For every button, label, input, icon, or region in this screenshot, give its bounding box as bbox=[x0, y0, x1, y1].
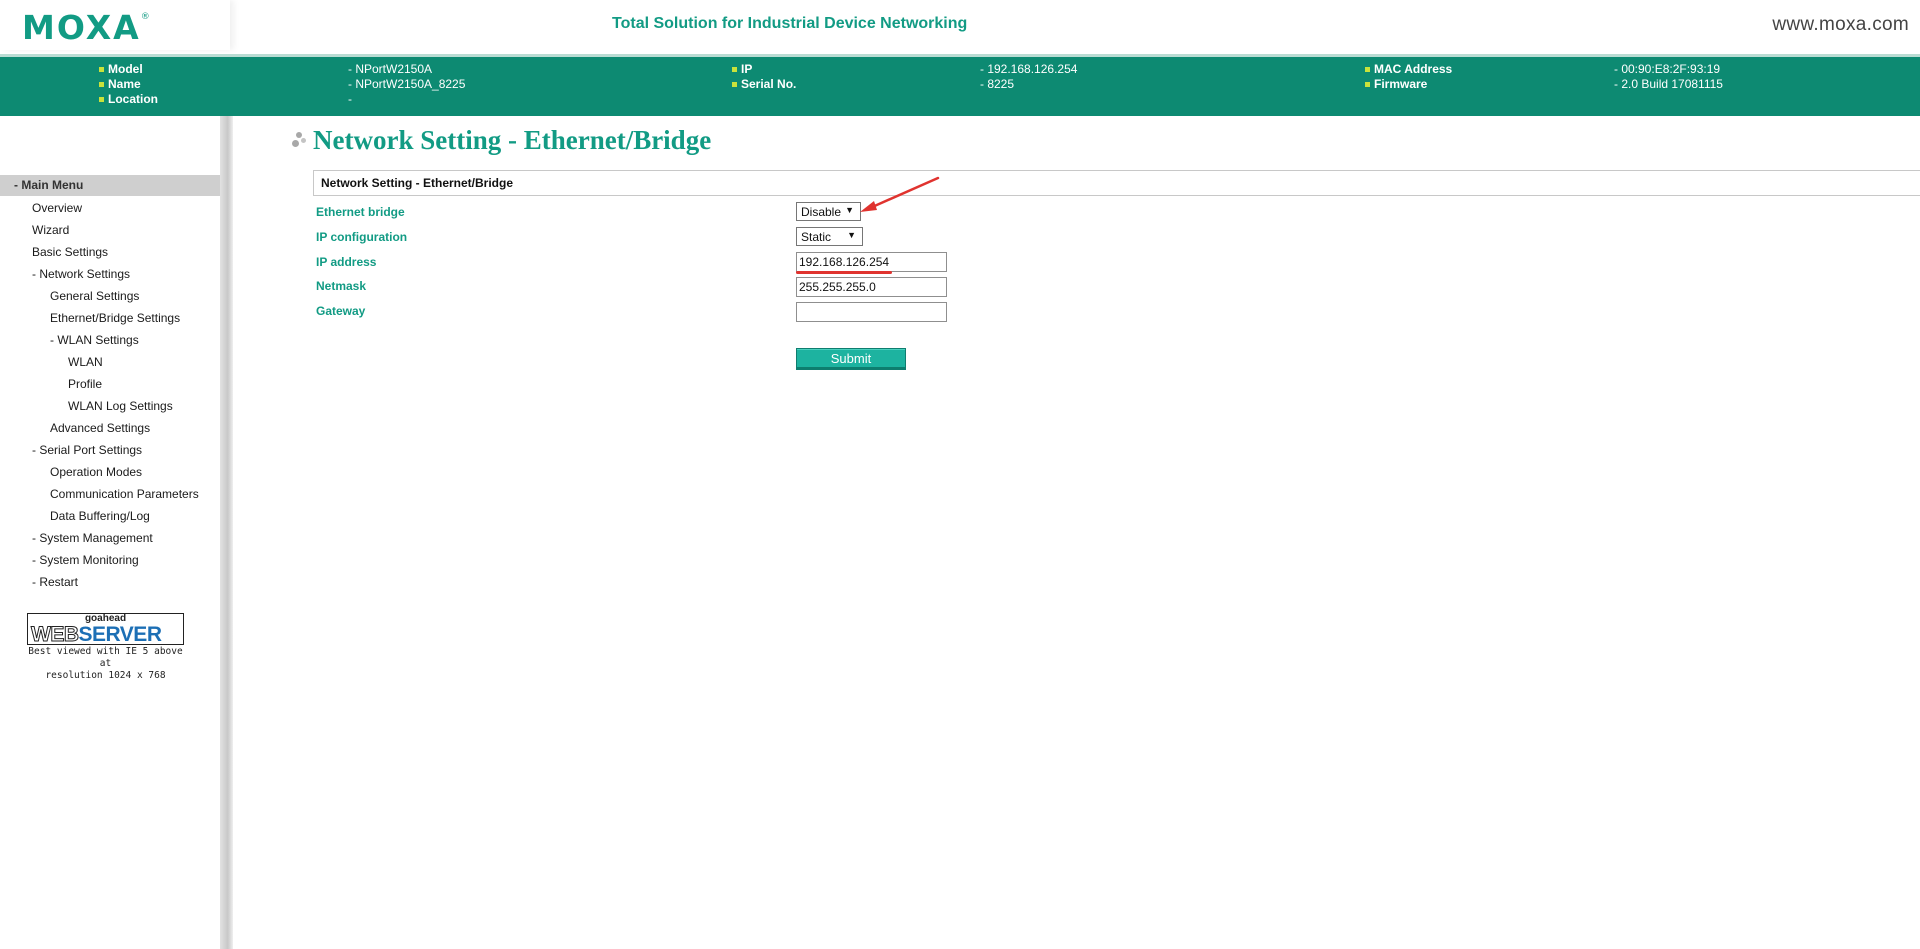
gateway-input[interactable] bbox=[796, 302, 947, 322]
bullet-icon bbox=[99, 97, 104, 102]
browser-note: Best viewed with IE 5 above at resolutio… bbox=[28, 646, 183, 681]
mac-label: MAC Address bbox=[1365, 62, 1452, 77]
name-value: - NPortW2150A_8225 bbox=[348, 77, 466, 91]
dropdown-arrow-icon: ▼ bbox=[845, 205, 854, 215]
menu-overview[interactable]: Overview bbox=[32, 201, 82, 215]
menu-system-management[interactable]: - System Management bbox=[32, 531, 153, 545]
menu-operation-modes[interactable]: Operation Modes bbox=[50, 465, 142, 479]
menu-system-monitoring[interactable]: - System Monitoring bbox=[32, 553, 139, 567]
menu-serial-port-settings[interactable]: - Serial Port Settings bbox=[32, 443, 142, 457]
logo-area: MOXA® bbox=[0, 0, 230, 50]
bullet-icon bbox=[99, 67, 104, 72]
goahead-webserver-badge: goahead WEBSERVER Best viewed with IE 5 … bbox=[27, 613, 187, 682]
webserver-logo: goahead WEBSERVER bbox=[27, 613, 184, 647]
model-value: - NPortW2150A bbox=[348, 62, 433, 76]
menu-ethernet-bridge-settings[interactable]: Ethernet/Bridge Settings bbox=[50, 311, 180, 325]
dropdown-arrow-icon: ▼ bbox=[847, 230, 856, 240]
bullet-icon bbox=[732, 82, 737, 87]
heading-dots-icon bbox=[292, 132, 310, 152]
tagline: Total Solution for Industrial Device Net… bbox=[612, 15, 968, 32]
moxa-logo[interactable]: MOXA® bbox=[22, 8, 150, 47]
sidebar: - Main Menu Overview Wizard Basic Settin… bbox=[0, 116, 230, 949]
serial-label: Serial No. bbox=[732, 77, 796, 92]
ethernet-bridge-select[interactable]: Disable ▼ bbox=[796, 202, 861, 221]
menu-wlan-settings[interactable]: - WLAN Settings bbox=[50, 333, 139, 347]
ip-configuration-select[interactable]: Static ▼ bbox=[796, 227, 863, 246]
ip-configuration-label: IP configuration bbox=[316, 230, 408, 244]
firmware-label: Firmware bbox=[1365, 77, 1427, 92]
ethernet-bridge-label: Ethernet bridge bbox=[316, 205, 405, 219]
registered-mark: ® bbox=[140, 12, 150, 22]
page-title: Network Setting - Ethernet/Bridge bbox=[313, 125, 712, 155]
top-header: MOXA® Total Solution for Industrial Devi… bbox=[0, 0, 1920, 54]
netmask-input[interactable]: 255.255.255.0 bbox=[796, 277, 947, 297]
device-info-band: Model - NPortW2150A Name - NPortW2150A_8… bbox=[0, 54, 1920, 116]
model-label: Model bbox=[99, 62, 143, 77]
ip-label: IP bbox=[732, 62, 752, 77]
menu-profile[interactable]: Profile bbox=[68, 377, 102, 391]
bullet-icon bbox=[1365, 82, 1370, 87]
mac-value: - 00:90:E8:2F:93:19 bbox=[1614, 62, 1721, 76]
main-menu-header[interactable]: - Main Menu bbox=[0, 175, 229, 196]
menu-restart[interactable]: - Restart bbox=[32, 575, 78, 589]
menu-wizard[interactable]: Wizard bbox=[32, 223, 69, 237]
menu-advanced-settings[interactable]: Advanced Settings bbox=[50, 421, 150, 435]
server-text: SERVER bbox=[78, 623, 162, 646]
sidebar-divider bbox=[220, 116, 233, 949]
ip-address-label: IP address bbox=[316, 255, 377, 269]
annotation-underline bbox=[796, 271, 892, 274]
section-header: Network Setting - Ethernet/Bridge bbox=[313, 170, 1920, 196]
logo-text: MOXA bbox=[22, 8, 141, 47]
bullet-icon bbox=[99, 82, 104, 87]
firmware-value: - 2.0 Build 17081115 bbox=[1614, 77, 1723, 91]
ip-value: - 192.168.126.254 bbox=[980, 62, 1078, 76]
menu-basic-settings[interactable]: Basic Settings bbox=[32, 245, 108, 259]
serial-value: - 8225 bbox=[980, 77, 1015, 91]
location-label: Location bbox=[99, 92, 158, 107]
bullet-icon bbox=[1365, 67, 1370, 72]
menu-wlan[interactable]: WLAN bbox=[68, 355, 103, 369]
site-url-link[interactable]: www.moxa.com bbox=[1772, 14, 1909, 36]
bullet-icon bbox=[732, 67, 737, 72]
menu-wlan-log-settings[interactable]: WLAN Log Settings bbox=[68, 399, 173, 413]
menu-communication-parameters[interactable]: Communication Parameters bbox=[50, 487, 199, 501]
menu-general-settings[interactable]: General Settings bbox=[50, 289, 139, 303]
name-label: Name bbox=[99, 77, 141, 92]
menu-network-settings[interactable]: - Network Settings bbox=[32, 267, 130, 281]
gateway-label: Gateway bbox=[316, 304, 366, 318]
annotation-arrow-icon bbox=[860, 176, 940, 212]
submit-button[interactable]: Submit bbox=[796, 348, 906, 370]
netmask-label: Netmask bbox=[316, 279, 367, 293]
web-text: WEB bbox=[31, 623, 80, 647]
menu-data-buffering-log[interactable]: Data Buffering/Log bbox=[50, 509, 150, 523]
location-value: - bbox=[348, 92, 352, 106]
ip-address-input[interactable]: 192.168.126.254 bbox=[796, 252, 947, 272]
